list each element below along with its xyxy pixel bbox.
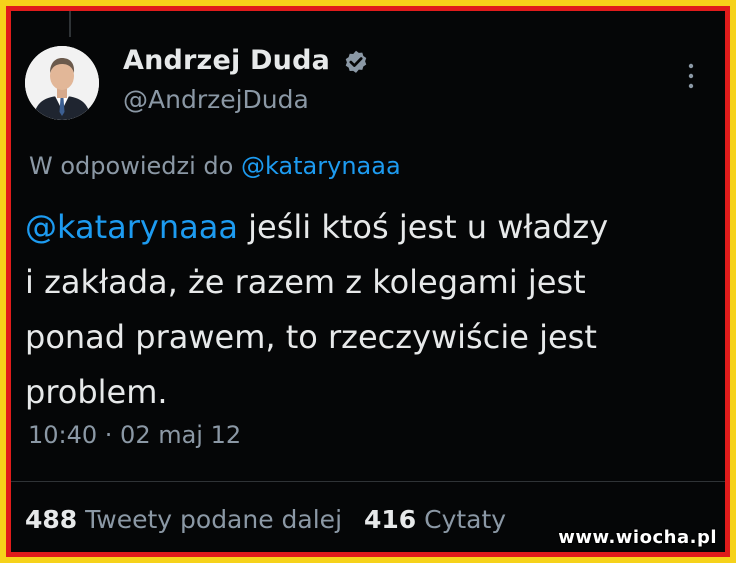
retweets-count: 488: [25, 505, 78, 534]
reply-context: W odpowiedzi do @katarynaaa: [29, 152, 401, 180]
tweet-card: Andrzej Duda @AndrzejDuda W odpowiedzi d…: [11, 11, 725, 552]
tweet-line-1-text: jeśli ktoś jest u władzy: [237, 208, 609, 246]
tweet-text: @katarynaaa jeśli ktoś jest u władzy i z…: [25, 200, 715, 420]
tweet-timestamp[interactable]: 10:40 · 02 maj 12: [28, 421, 241, 449]
thread-connector-line: [69, 11, 71, 37]
tweet-stats: 488 Tweety podane dalej 416 Cytaty: [25, 505, 520, 534]
tweet-line-3: ponad prawem, to rzeczywiście jest: [25, 318, 597, 356]
author-handle[interactable]: @AndrzejDuda: [123, 85, 309, 114]
avatar[interactable]: [25, 46, 99, 120]
stats-divider: [11, 481, 725, 482]
quotes-count: 416: [363, 505, 417, 534]
red-frame: Andrzej Duda @AndrzejDuda W odpowiedzi d…: [6, 6, 730, 557]
verified-badge-icon: [345, 50, 367, 73]
quotes-label: Cytaty: [424, 505, 507, 534]
tweet-line-2: i zakłada, że razem z kolegami jest: [25, 263, 586, 301]
site-watermark: www.wiocha.pl: [558, 527, 717, 548]
tweet-line-1: @katarynaaa jeśli ktoś jest u władzy: [25, 200, 715, 255]
more-options-icon[interactable]: [687, 61, 695, 91]
quotes-stat[interactable]: 416 Cytaty: [364, 505, 506, 534]
retweets-stat[interactable]: 488 Tweety podane dalej: [25, 505, 342, 534]
portrait-avatar-icon: [25, 46, 99, 120]
yellow-frame: Andrzej Duda @AndrzejDuda W odpowiedzi d…: [0, 0, 736, 563]
tweet-line-4: problem.: [25, 373, 168, 411]
retweets-label: Tweety podane dalej: [85, 505, 343, 534]
author-display-name[interactable]: Andrzej Duda: [123, 45, 330, 76]
reply-prefix: W odpowiedzi do: [29, 152, 234, 180]
reply-mention-link[interactable]: @katarynaaa: [241, 152, 401, 180]
tweet-mention-link[interactable]: @katarynaaa: [25, 208, 238, 246]
